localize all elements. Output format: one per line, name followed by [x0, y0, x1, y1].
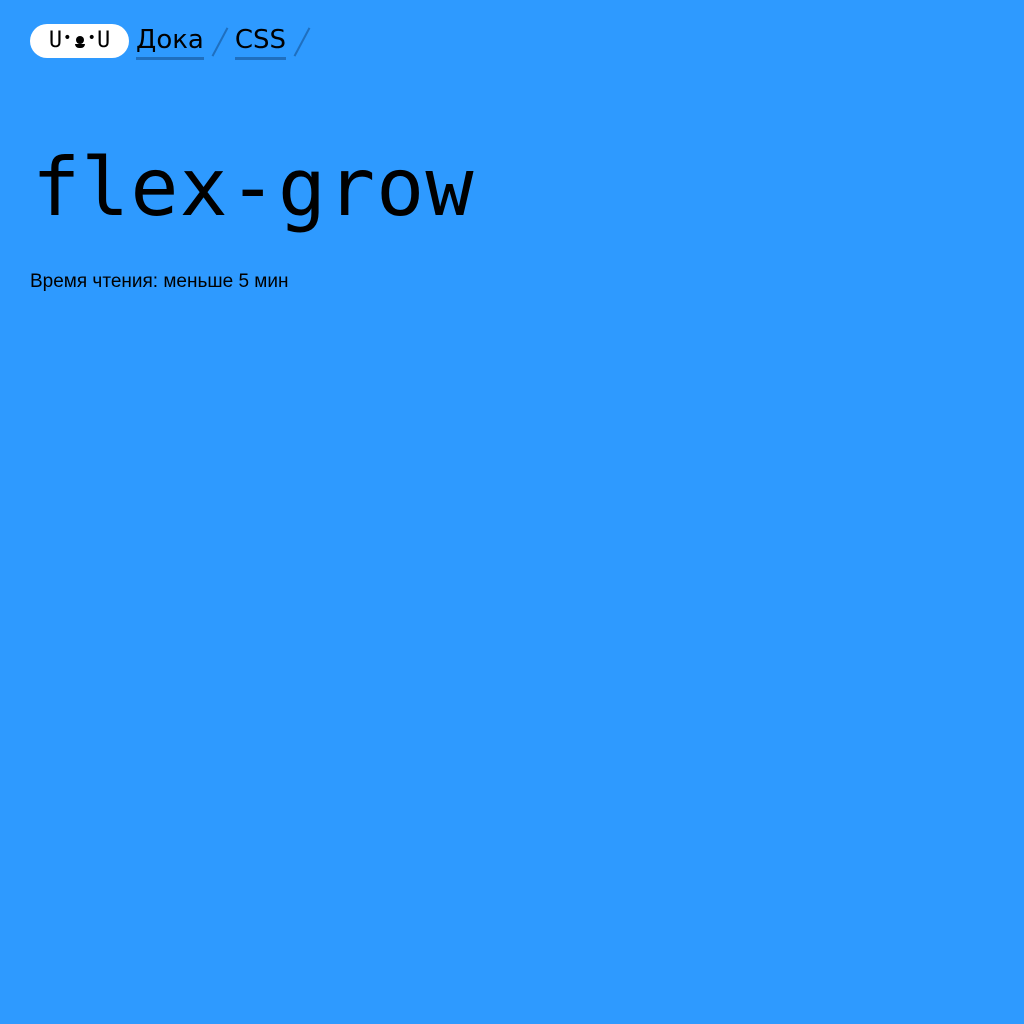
breadcrumb-link-doka[interactable]: Дока [136, 23, 204, 60]
breadcrumb-separator-icon [295, 26, 309, 56]
breadcrumb: U • • U Дока CSS [30, 23, 309, 60]
logo-dot-left: • [63, 30, 72, 46]
reading-time: Время чтения: меньше 5 мин [30, 271, 289, 292]
breadcrumb-separator-icon [213, 26, 227, 56]
logo-u-right: U [96, 28, 111, 53]
logo-nose-icon [74, 36, 85, 50]
logo-home-link[interactable]: U • • U [30, 24, 129, 58]
logo-u-left: U [48, 28, 63, 53]
breadcrumb-link-css[interactable]: CSS [234, 23, 287, 60]
page: U • • U Дока CSS flex-grow Время чтения: ме… [0, 0, 1024, 1024]
logo-dot-right: • [87, 30, 96, 46]
page-title: flex-grow [32, 141, 475, 234]
